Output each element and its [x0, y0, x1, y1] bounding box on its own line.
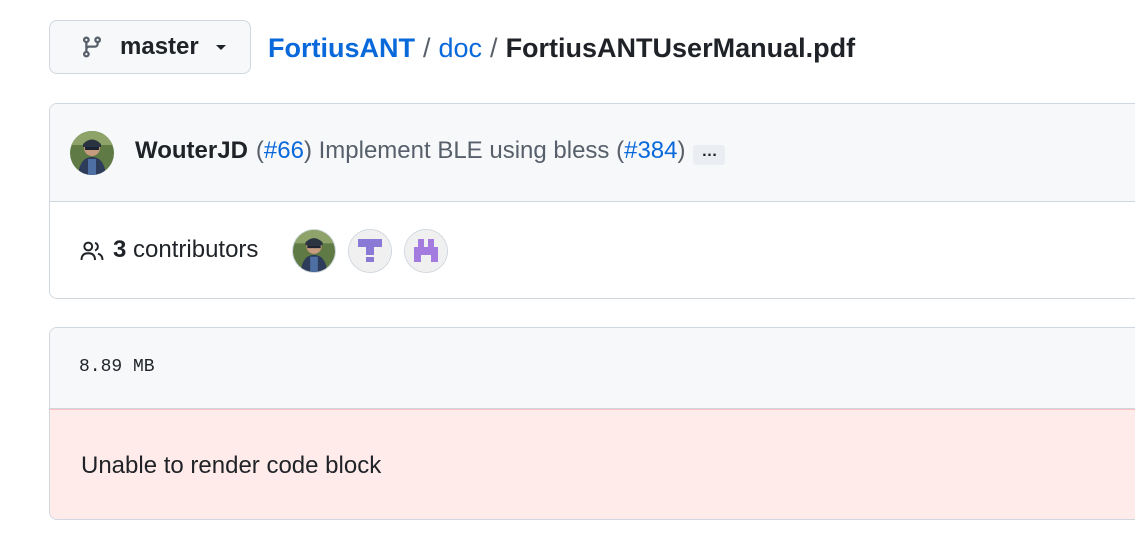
issue-link[interactable]: #66	[264, 137, 304, 164]
contributors-label: contributors	[133, 236, 259, 263]
commit-author-link[interactable]: WouterJD	[135, 137, 248, 165]
expand-commit-message-button[interactable]: …	[693, 144, 726, 165]
breadcrumb-separator: /	[422, 32, 431, 63]
render-error-panel: Unable to render code block	[50, 409, 1135, 519]
latest-commit-box: WouterJD (#66) Implement BLE using bless…	[49, 103, 1135, 299]
file-view: master FortiusANT / doc / FortiusANTUser…	[0, 0, 1135, 553]
git-branch-icon	[80, 35, 104, 59]
contributor-avatar[interactable]	[348, 229, 392, 273]
commit-message-part: (	[255, 137, 264, 164]
breadcrumb-file-name: FortiusANTUserManual.pdf	[505, 32, 856, 63]
commit-author-avatar[interactable]	[70, 131, 114, 175]
commit-message[interactable]: (#66) Implement BLE using bless (#384)	[256, 137, 686, 165]
breadcrumb: FortiusANT / doc / FortiusANTUserManual.…	[268, 28, 855, 68]
commit-message-part: )	[677, 137, 686, 164]
file-header: 8.89 MB	[50, 328, 1135, 409]
branch-name: master	[120, 33, 199, 60]
latest-commit-row: WouterJD (#66) Implement BLE using bless…	[50, 104, 1135, 202]
contributors-link[interactable]: 3 contributors	[113, 236, 258, 264]
render-error-message: Unable to render code block	[81, 452, 382, 479]
commit-summary: WouterJD (#66) Implement BLE using bless…	[135, 137, 726, 165]
breadcrumb-folder-link[interactable]: doc	[439, 33, 483, 64]
people-icon	[78, 239, 106, 263]
contributor-avatar[interactable]	[292, 229, 336, 273]
commit-message-part: ) Implement BLE using bless (	[303, 137, 625, 164]
contributor-avatar[interactable]	[404, 229, 448, 273]
contributors-count: 3	[113, 236, 127, 263]
breadcrumb-repo-link[interactable]: FortiusANT	[268, 33, 415, 64]
contributors-row: 3 contributors	[50, 202, 1135, 298]
branch-selector-button[interactable]: master	[49, 20, 251, 74]
pull-request-link[interactable]: #384	[624, 137, 677, 164]
file-content-box: 8.89 MB Unable to render code block	[49, 327, 1135, 520]
file-size: 8.89 MB	[79, 357, 155, 377]
breadcrumb-separator: /	[490, 32, 498, 63]
triangle-down-icon	[213, 39, 229, 55]
